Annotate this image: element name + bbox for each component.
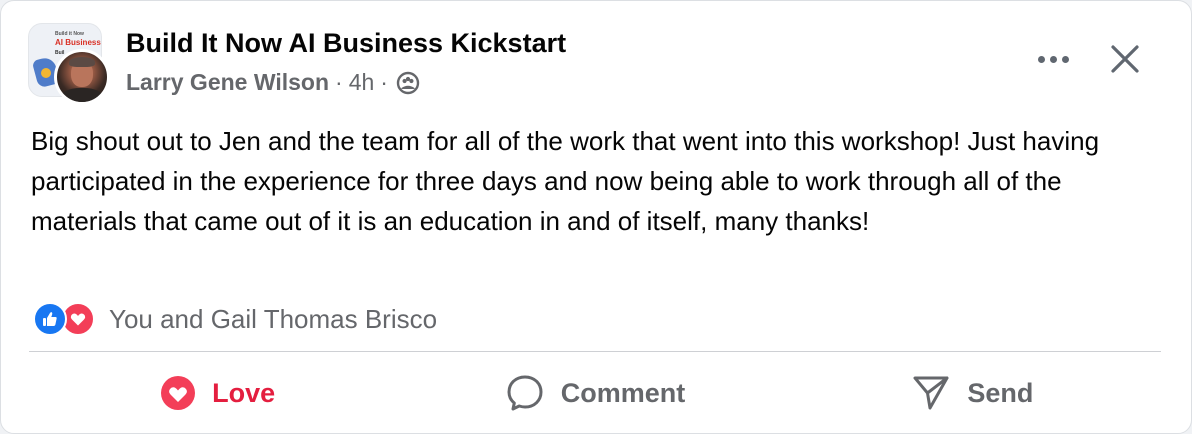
group-thumbnail-text-1: Build it Now: [55, 31, 84, 37]
divider: [29, 351, 1161, 352]
send-button[interactable]: Send: [784, 353, 1161, 433]
avatar-hair: [69, 57, 95, 67]
reactions-summary[interactable]: You and Gail Thomas Brisco: [33, 299, 437, 339]
post-card: Build it Now AI Business K Buil Build It…: [0, 0, 1192, 434]
post-time[interactable]: 4h: [349, 69, 375, 96]
action-bar: Love Comment Send: [29, 353, 1161, 433]
comment-button[interactable]: Comment: [406, 353, 783, 433]
author-name[interactable]: Larry Gene Wilson: [126, 69, 329, 96]
author-avatar[interactable]: [54, 49, 110, 105]
avatar-shirt: [61, 88, 103, 102]
post-body-text: Big shout out to Jen and the team for al…: [31, 126, 1100, 236]
close-button[interactable]: [1105, 39, 1145, 79]
group-thumbnail-dot: [41, 68, 51, 78]
more-dot-icon: [1037, 55, 1045, 63]
more-options-button[interactable]: [1031, 41, 1075, 77]
love-label: Love: [212, 377, 276, 408]
comment-label: Comment: [560, 377, 686, 408]
meta-separator: ·: [335, 69, 343, 95]
reactions-text[interactable]: You and Gail Thomas Brisco: [109, 304, 437, 335]
close-icon: [1111, 45, 1139, 73]
meta-separator: ·: [380, 69, 388, 95]
love-icon: [161, 376, 196, 410]
group-thumbnail-text-2: AI Business K: [55, 38, 101, 47]
comment-icon: [507, 375, 543, 411]
send-icon: [913, 376, 949, 410]
send-label: Send: [967, 377, 1034, 408]
love-button[interactable]: Love: [29, 353, 406, 433]
post-meta: Larry Gene Wilson · 4h ·: [126, 69, 420, 96]
like-reaction-icon: [33, 302, 67, 336]
more-dot-icon: [1049, 55, 1057, 63]
group-title[interactable]: Build It Now AI Business Kickstart: [126, 28, 566, 59]
more-dot-icon: [1061, 55, 1069, 63]
group-audience-icon[interactable]: [396, 71, 420, 95]
